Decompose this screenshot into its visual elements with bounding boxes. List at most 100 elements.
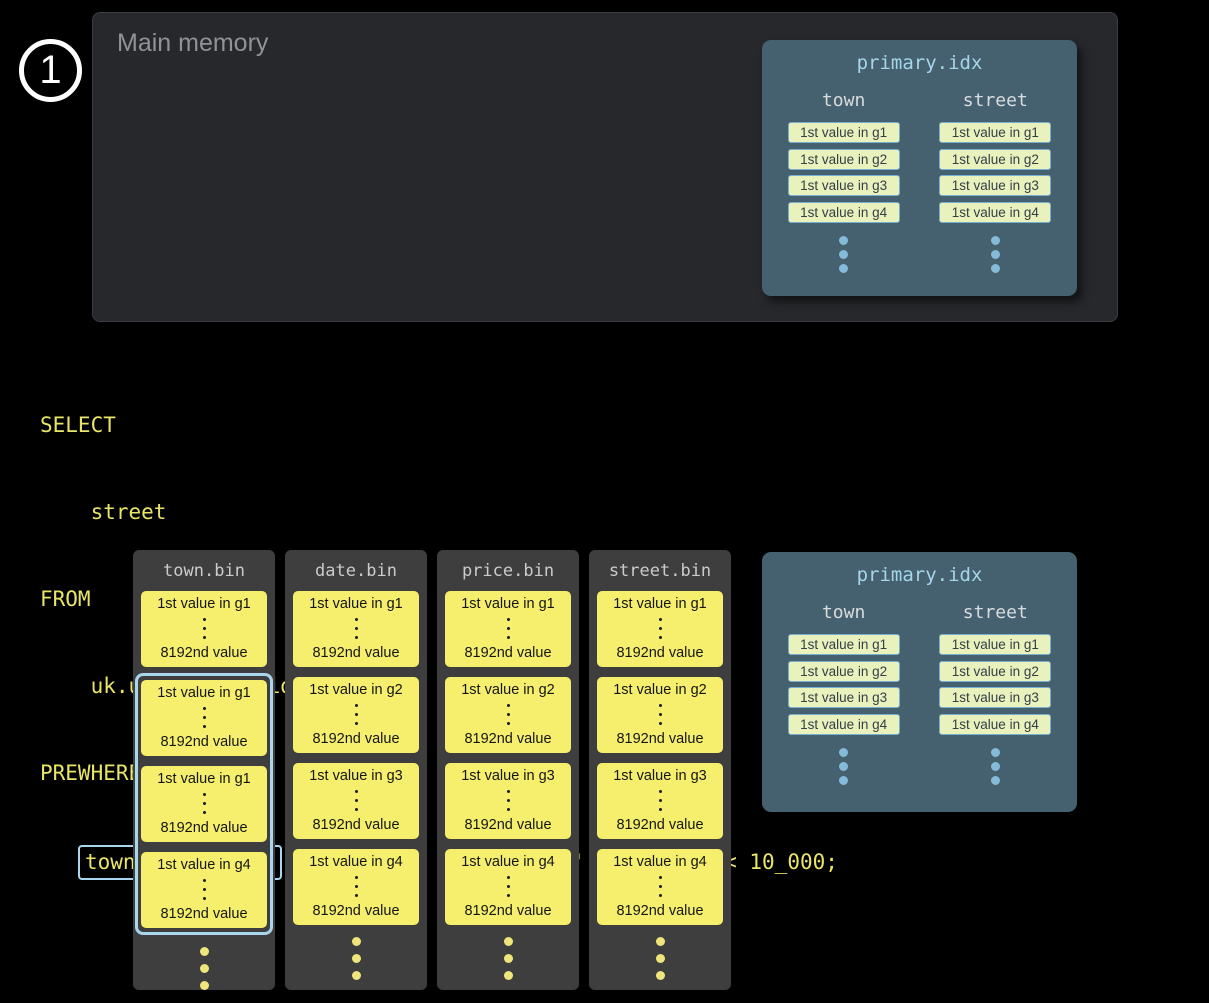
granule-first-value: 1st value in g4 bbox=[309, 854, 403, 870]
granule-last-value: 8192nd value bbox=[160, 906, 247, 922]
index-entry: 1st value in g1 bbox=[788, 634, 900, 655]
granule-first-value: 1st value in g1 bbox=[157, 685, 251, 701]
primary-idx-columns: town 1st value in g1 1st value in g2 1st… bbox=[762, 90, 1077, 273]
index-entry: 1st value in g2 bbox=[788, 149, 900, 170]
bin-title: price.bin bbox=[437, 550, 579, 581]
vertical-ellipsis-dots bbox=[839, 236, 848, 273]
granule-last-value: 8192nd value bbox=[616, 817, 703, 833]
granule-last-value: 8192nd value bbox=[464, 903, 551, 919]
granule-first-value: 1st value in g2 bbox=[309, 682, 403, 698]
granule-first-value: 1st value in g3 bbox=[461, 768, 555, 784]
granule-first-value: 1st value in g3 bbox=[613, 768, 707, 784]
index-entry: 1st value in g4 bbox=[788, 202, 900, 223]
primary-idx-street-column: street 1st value in g1 1st value in g2 1… bbox=[925, 90, 1065, 273]
granule-block: 1st value in g1 8192nd value bbox=[293, 591, 419, 667]
granule-first-value: 1st value in g1 bbox=[309, 596, 403, 612]
vertical-ellipsis bbox=[203, 793, 206, 814]
granule-first-value: 1st value in g1 bbox=[613, 596, 707, 612]
column-header: town bbox=[822, 90, 865, 111]
granule-last-value: 8192nd value bbox=[464, 731, 551, 747]
granule-last-value: 8192nd value bbox=[312, 903, 399, 919]
vertical-ellipsis bbox=[355, 618, 358, 639]
granule-first-value: 1st value in g1 bbox=[157, 771, 251, 787]
granule-first-value: 1st value in g4 bbox=[157, 857, 251, 873]
bin-title: date.bin bbox=[285, 550, 427, 581]
column-header: town bbox=[822, 602, 865, 623]
diagram-canvas: 1 Main memory primary.idx town 1st value… bbox=[0, 0, 1209, 1003]
step-number-badge: 1 bbox=[19, 39, 82, 102]
step-number: 1 bbox=[39, 48, 61, 93]
sql-indent bbox=[40, 850, 78, 874]
vertical-ellipsis bbox=[507, 704, 510, 725]
bin-title: street.bin bbox=[589, 550, 731, 581]
index-entry: 1st value in g4 bbox=[939, 202, 1051, 223]
granule-last-value: 8192nd value bbox=[312, 645, 399, 661]
vertical-ellipsis bbox=[659, 618, 662, 639]
granule-last-value: 8192nd value bbox=[312, 731, 399, 747]
vertical-ellipsis-dots bbox=[133, 947, 275, 990]
index-entry: 1st value in g1 bbox=[788, 122, 900, 143]
index-entry: 1st value in g1 bbox=[939, 634, 1051, 655]
index-entry: 1st value in g2 bbox=[939, 149, 1051, 170]
vertical-ellipsis bbox=[355, 790, 358, 811]
granule-last-value: 8192nd value bbox=[312, 817, 399, 833]
granule-block: 1st value in g3 8192nd value bbox=[597, 763, 723, 839]
granule-block: 1st value in g4 8192nd value bbox=[445, 849, 571, 925]
vertical-ellipsis bbox=[507, 790, 510, 811]
granule-block: 1st value in g3 8192nd value bbox=[445, 763, 571, 839]
bin-title: town.bin bbox=[133, 550, 275, 581]
primary-idx-columns: town 1st value in g1 1st value in g2 1st… bbox=[762, 602, 1077, 785]
granule-last-value: 8192nd value bbox=[160, 645, 247, 661]
sql-line: street bbox=[40, 498, 838, 527]
vertical-ellipsis-dots bbox=[589, 937, 731, 980]
granule-last-value: 8192nd value bbox=[160, 734, 247, 750]
granule-last-value: 8192nd value bbox=[616, 903, 703, 919]
granule-first-value: 1st value in g1 bbox=[461, 596, 555, 612]
primary-index-panel-disk: primary.idx town 1st value in g1 1st val… bbox=[762, 552, 1077, 812]
primary-idx-title: primary.idx bbox=[762, 52, 1077, 74]
granule-last-value: 8192nd value bbox=[616, 645, 703, 661]
vertical-ellipsis-dots bbox=[991, 236, 1000, 273]
vertical-ellipsis bbox=[507, 876, 510, 897]
granule-block: 1st value in g1 8192nd value bbox=[445, 591, 571, 667]
index-entry: 1st value in g4 bbox=[788, 714, 900, 735]
granule-block: 1st value in g1 8192nd value bbox=[597, 591, 723, 667]
vertical-ellipsis bbox=[355, 876, 358, 897]
granule-block: 1st value in g1 8192nd value bbox=[141, 766, 267, 842]
vertical-ellipsis-dots bbox=[839, 748, 848, 785]
granule-block: 1st value in g2 8192nd value bbox=[293, 677, 419, 753]
index-entry: 1st value in g1 bbox=[939, 122, 1051, 143]
column-header: street bbox=[963, 602, 1028, 623]
index-entry: 1st value in g3 bbox=[939, 175, 1051, 196]
vertical-ellipsis bbox=[659, 790, 662, 811]
vertical-ellipsis bbox=[659, 704, 662, 725]
vertical-ellipsis bbox=[507, 618, 510, 639]
index-entry: 1st value in g3 bbox=[939, 687, 1051, 708]
granule-last-value: 8192nd value bbox=[464, 817, 551, 833]
granule-block: 1st value in g4 8192nd value bbox=[293, 849, 419, 925]
primary-idx-title: primary.idx bbox=[762, 564, 1077, 586]
sql-line: SELECT bbox=[40, 411, 838, 440]
vertical-ellipsis bbox=[203, 879, 206, 900]
granule-first-value: 1st value in g4 bbox=[461, 854, 555, 870]
index-entry: 1st value in g2 bbox=[788, 661, 900, 682]
primary-idx-street-column: street 1st value in g1 1st value in g2 1… bbox=[925, 602, 1065, 785]
index-entry: 1st value in g2 bbox=[939, 661, 1051, 682]
vertical-ellipsis bbox=[659, 876, 662, 897]
main-memory-label: Main memory bbox=[117, 29, 268, 58]
granule-first-value: 1st value in g2 bbox=[461, 682, 555, 698]
vertical-ellipsis bbox=[203, 618, 206, 639]
granule-block: 1st value in g1 8192nd value bbox=[141, 591, 267, 667]
vertical-ellipsis-dots bbox=[285, 937, 427, 980]
index-entry: 1st value in g3 bbox=[788, 687, 900, 708]
bin-column-price: price.bin 1st value in g1 8192nd value 1… bbox=[437, 550, 579, 990]
granule-block: 1st value in g4 8192nd value bbox=[597, 849, 723, 925]
granule-last-value: 8192nd value bbox=[616, 731, 703, 747]
vertical-ellipsis bbox=[203, 707, 206, 728]
primary-idx-town-column: town 1st value in g1 1st value in g2 1st… bbox=[774, 90, 914, 273]
bin-column-street: street.bin 1st value in g1 8192nd value … bbox=[589, 550, 731, 990]
vertical-ellipsis-dots bbox=[991, 748, 1000, 785]
column-header: street bbox=[963, 90, 1028, 111]
index-entry: 1st value in g4 bbox=[939, 714, 1051, 735]
granule-first-value: 1st value in g3 bbox=[309, 768, 403, 784]
